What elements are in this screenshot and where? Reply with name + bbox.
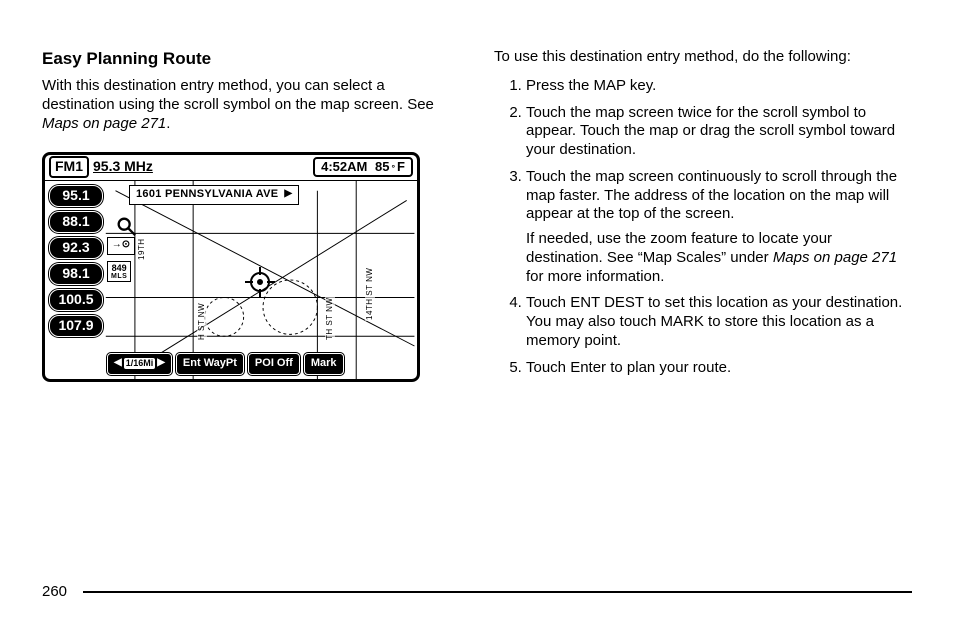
mark-button[interactable]: Mark bbox=[304, 353, 344, 375]
preset-button-6[interactable]: 107.9 bbox=[49, 315, 103, 337]
step-3b-b: for more information. bbox=[526, 268, 664, 285]
temp-unit: F bbox=[397, 159, 405, 175]
address-arrow-icon: ▶ bbox=[284, 188, 292, 201]
street-label-th-st: TH ST NW bbox=[325, 296, 335, 341]
step-3b-ref: Maps on page 271 bbox=[773, 249, 897, 266]
address-bar: 1601 PENNSYLVANIA AVE ▶ bbox=[129, 185, 299, 205]
street-label-19th: 19TH bbox=[137, 237, 147, 261]
direction-icon: →⊙ bbox=[107, 237, 135, 255]
magnifier-icon bbox=[115, 215, 137, 237]
scale-unit: MLS bbox=[111, 273, 127, 280]
nav-top-bar: FM1 95.3 MHz 4:52AM 85°F bbox=[45, 155, 417, 181]
step-2: Touch the map screen twice for the scrol… bbox=[526, 104, 912, 160]
section-heading: Easy Planning Route bbox=[42, 48, 460, 69]
street-label-h-st: H ST NW bbox=[197, 301, 207, 340]
step-4: Touch ENT DEST to set this location as y… bbox=[526, 294, 912, 350]
scale-tab: 849 MLS bbox=[107, 261, 131, 282]
scale-value: 849 bbox=[112, 263, 127, 273]
nav-screenshot: FM1 95.3 MHz 4:52AM 85°F bbox=[42, 152, 420, 382]
step-3-text: Touch the map screen continuously to scr… bbox=[526, 168, 897, 223]
preset-button-1[interactable]: 95.1 bbox=[49, 185, 103, 207]
preset-button-2[interactable]: 88.1 bbox=[49, 211, 103, 233]
clock-time: 4:52AM bbox=[321, 159, 367, 175]
preset-button-5[interactable]: 100.5 bbox=[49, 289, 103, 311]
clock-temp-badge: 4:52AM 85°F bbox=[313, 157, 413, 177]
scroll-crosshair-icon bbox=[245, 267, 275, 297]
intro-ref: Maps on page 271 bbox=[42, 115, 166, 132]
zoom-out-arrow-icon: ◀ bbox=[114, 357, 122, 370]
steps-list: Press the MAP key. Touch the map screen … bbox=[494, 77, 912, 378]
degree-icon: ° bbox=[391, 163, 395, 174]
street-label-14th: 14TH ST NW bbox=[365, 266, 375, 320]
radio-band-badge: FM1 bbox=[49, 156, 89, 178]
intro-text-b: . bbox=[166, 115, 170, 132]
preset-column: 95.1 88.1 92.3 98.1 100.5 107.9 bbox=[49, 185, 103, 337]
intro-paragraph: With this destination entry method, you … bbox=[42, 77, 460, 133]
intro-text-a: With this destination entry method, you … bbox=[42, 77, 434, 113]
ent-waypt-button[interactable]: Ent WayPt bbox=[176, 353, 244, 375]
preset-button-4[interactable]: 98.1 bbox=[49, 263, 103, 285]
right-lead: To use this destination entry method, do… bbox=[494, 48, 912, 67]
step-5: Touch Enter to plan your route. bbox=[526, 359, 912, 378]
temp-value: 85 bbox=[375, 159, 389, 175]
footer-rule bbox=[83, 591, 912, 593]
zoom-control[interactable]: ◀ 1/16Mi ▶ bbox=[107, 353, 172, 375]
address-text: 1601 PENNSYLVANIA AVE bbox=[136, 188, 278, 202]
preset-button-3[interactable]: 92.3 bbox=[49, 237, 103, 259]
radio-frequency: 95.3 MHz bbox=[93, 158, 153, 176]
step-3-note: If needed, use the zoom feature to locat… bbox=[526, 230, 912, 286]
step-3: Touch the map screen continuously to scr… bbox=[526, 168, 912, 287]
poi-off-button[interactable]: POI Off bbox=[248, 353, 300, 375]
zoom-level: 1/16Mi bbox=[124, 358, 156, 369]
page-footer: 260 bbox=[42, 583, 912, 600]
page-number: 260 bbox=[42, 583, 67, 600]
zoom-in-arrow-icon: ▶ bbox=[157, 357, 165, 370]
step-1: Press the MAP key. bbox=[526, 77, 912, 96]
nav-bottom-bar: ◀ 1/16Mi ▶ Ent WayPt POI Off Mark bbox=[107, 353, 413, 375]
